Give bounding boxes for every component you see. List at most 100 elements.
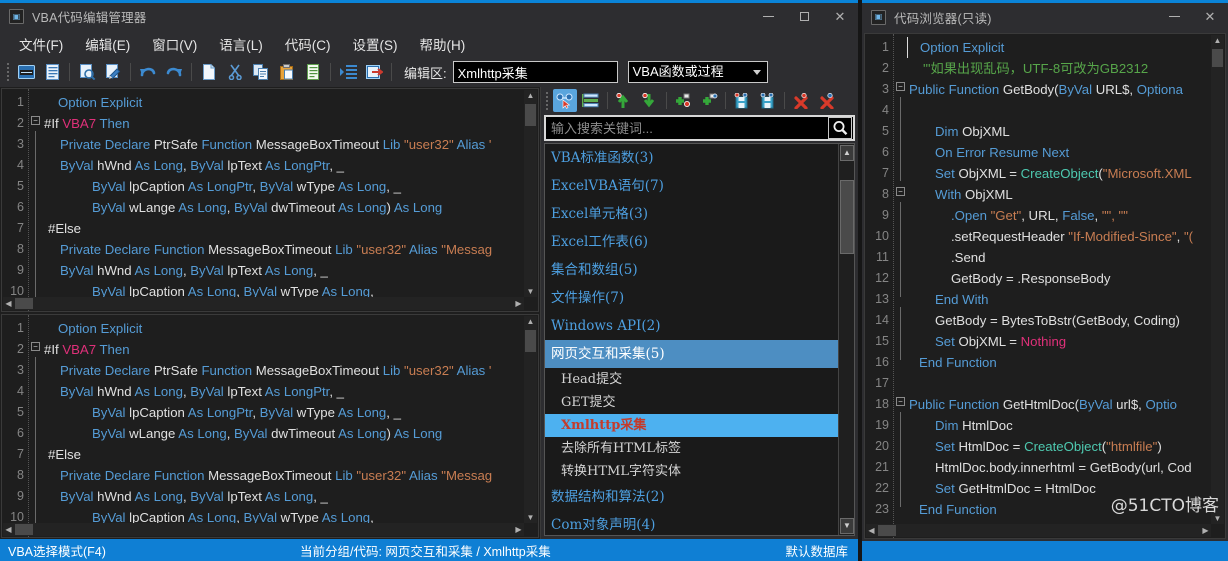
- tree-item[interactable]: 去除所有HTML标签: [545, 437, 838, 460]
- indent-icon[interactable]: [336, 60, 360, 84]
- tree-group[interactable]: Excel单元格(3): [545, 200, 838, 228]
- list-view-icon[interactable]: [579, 89, 603, 112]
- tree-group[interactable]: VBA标准函数(3): [545, 144, 838, 172]
- fold-toggle-icon[interactable]: −: [894, 391, 907, 412]
- scroll-right-arrow-icon[interactable]: ▶: [513, 298, 524, 309]
- fold-column-top[interactable]: −: [28, 89, 42, 311]
- menu-edit[interactable]: 编辑(E): [74, 30, 141, 58]
- tree-group[interactable]: 文件操作(7): [545, 284, 838, 312]
- tree-group[interactable]: ExcelVBA语句(7): [545, 172, 838, 200]
- minimize-icon[interactable]: [750, 3, 786, 30]
- tree-group[interactable]: 集合和数组(5): [545, 256, 838, 284]
- tree-item[interactable]: Head提交: [545, 368, 838, 391]
- fold-toggle-icon[interactable]: −: [29, 336, 42, 357]
- toolbar-grip[interactable]: [4, 62, 11, 82]
- fold-toggle-icon[interactable]: −: [894, 181, 907, 202]
- scroll-up-arrow-icon[interactable]: ▲: [525, 316, 536, 327]
- close-icon[interactable]: ✕: [1192, 3, 1228, 30]
- move-down-icon[interactable]: [638, 89, 662, 112]
- fold-toggle-icon[interactable]: −: [29, 110, 42, 131]
- editor-bottom-vertical-scrollbar[interactable]: ▲ ▼: [524, 316, 537, 523]
- editor-bottom-horizontal-scrollbar[interactable]: ◀ ▶: [3, 523, 524, 536]
- tree-toolbar-grip[interactable]: [543, 91, 550, 111]
- paste-text-icon[interactable]: [301, 60, 325, 84]
- editor-top-horizontal-scrollbar[interactable]: ◀ ▶: [3, 297, 524, 310]
- redo-icon[interactable]: [162, 60, 186, 84]
- search-input[interactable]: [546, 120, 828, 136]
- select-node-icon[interactable]: [553, 89, 577, 112]
- code-browser-editor[interactable]: 1234567891011121314151617181920212223242…: [864, 33, 1226, 539]
- save-group-icon[interactable]: [730, 89, 754, 112]
- scroll-left-arrow-icon[interactable]: ◀: [3, 298, 14, 309]
- preview-icon[interactable]: [75, 60, 99, 84]
- scroll-left-arrow-icon[interactable]: ◀: [3, 524, 14, 535]
- move-up-icon[interactable]: [612, 89, 636, 112]
- menu-help[interactable]: 帮助(H): [409, 30, 477, 58]
- scroll-right-arrow-icon[interactable]: ▶: [1200, 525, 1211, 536]
- scroll-down-arrow-icon[interactable]: ▼: [525, 512, 536, 523]
- new-window-icon[interactable]: [14, 60, 38, 84]
- copy-icon[interactable]: [249, 60, 273, 84]
- maximize-icon[interactable]: [786, 3, 822, 30]
- code-editor-top[interactable]: 1 2 3 4 5 6 7 8 9 10 − Option Explicit #If VBA7 Th…: [1, 88, 539, 312]
- tree-item[interactable]: GET提交: [545, 391, 838, 414]
- scroll-thumb[interactable]: [525, 330, 536, 352]
- scroll-left-arrow-icon[interactable]: ◀: [866, 525, 877, 536]
- delete-group-icon[interactable]: [789, 89, 813, 112]
- tree-group[interactable]: Excel工作表(6): [545, 228, 838, 256]
- code-tree-list[interactable]: VBA标准函数(3) ExcelVBA语句(7) Excel单元格(3) Excel工…: [544, 143, 855, 536]
- code-browser-titlebar[interactable]: ▣ 代码浏览器(只读) ✕: [862, 3, 1228, 31]
- close-icon[interactable]: ✕: [822, 3, 858, 30]
- scroll-down-arrow-icon[interactable]: ▼: [525, 286, 536, 297]
- edit-preview-icon[interactable]: [101, 60, 125, 84]
- menu-window[interactable]: 窗口(V): [141, 30, 208, 58]
- tree-group[interactable]: Windows API(2): [545, 312, 838, 340]
- menu-settings[interactable]: 设置(S): [342, 30, 409, 58]
- code-text-top[interactable]: Option Explicit #If VBA7 Then Private Decl…: [42, 89, 538, 311]
- scroll-thumb[interactable]: [15, 524, 33, 535]
- edit-area-input[interactable]: [452, 61, 618, 83]
- scroll-right-arrow-icon[interactable]: ▶: [513, 524, 524, 535]
- undo-icon[interactable]: [136, 60, 160, 84]
- paste-icon[interactable]: [275, 60, 299, 84]
- minimize-icon[interactable]: [1156, 3, 1192, 30]
- document-icon[interactable]: [40, 60, 64, 84]
- code-text-browser[interactable]: Option Explicit '''如果出现乱码，UTF-8可改为GB2312 P…: [907, 34, 1225, 538]
- tree-group[interactable]: 网页交互和采集(5): [545, 340, 838, 368]
- new-file-icon[interactable]: [197, 60, 221, 84]
- scroll-thumb[interactable]: [1212, 49, 1223, 67]
- scroll-up-arrow-icon[interactable]: ▲: [1212, 35, 1223, 46]
- code-text-bottom[interactable]: Option Explicit #If VBA7 Then Private Decl…: [42, 315, 538, 537]
- scroll-down-arrow-icon[interactable]: ▼: [840, 518, 854, 534]
- scroll-up-arrow-icon[interactable]: ▲: [525, 90, 536, 101]
- browser-horizontal-scrollbar[interactable]: ◀ ▶: [866, 524, 1211, 537]
- add-group-icon[interactable]: [671, 89, 695, 112]
- code-editor-bottom[interactable]: 1 2 3 4 5 6 7 8 9 10 − Option Explicit #If VBA7 Th…: [1, 314, 539, 538]
- search-bar[interactable]: [544, 115, 855, 141]
- tree-group[interactable]: 数据结构和算法(2): [545, 483, 838, 511]
- search-icon[interactable]: [828, 117, 852, 139]
- cut-icon[interactable]: [223, 60, 247, 84]
- save-item-icon[interactable]: [756, 89, 780, 112]
- fold-column-browser[interactable]: −− − −: [893, 34, 907, 538]
- menu-code[interactable]: 代码(C): [274, 30, 342, 58]
- delete-item-icon[interactable]: [815, 89, 839, 112]
- menu-language[interactable]: 语言(L): [208, 30, 274, 58]
- editor-top-vertical-scrollbar[interactable]: ▲ ▼: [524, 90, 537, 297]
- tree-group[interactable]: Com对象声明(4): [545, 511, 838, 535]
- export-icon[interactable]: [362, 60, 386, 84]
- scroll-up-arrow-icon[interactable]: ▲: [840, 145, 854, 161]
- tree-scrollbar[interactable]: ▲ ▼: [838, 144, 854, 535]
- scroll-thumb[interactable]: [15, 298, 33, 309]
- scroll-thumb[interactable]: [878, 525, 896, 536]
- tree-item[interactable]: 转换HTML字符实体: [545, 460, 838, 483]
- menu-file[interactable]: 文件(F): [8, 30, 74, 58]
- browser-vertical-scrollbar[interactable]: ▲ ▼: [1211, 35, 1224, 524]
- fold-column-bottom[interactable]: −: [28, 315, 42, 537]
- code-kind-select[interactable]: VBA函数或过程: [627, 61, 768, 83]
- main-window-titlebar[interactable]: ▣ VBA代码编辑管理器 ✕: [0, 3, 858, 30]
- fold-toggle-icon[interactable]: −: [894, 76, 907, 97]
- scroll-thumb[interactable]: [525, 104, 536, 126]
- tree-item[interactable]: Xmlhttp采集: [545, 414, 838, 437]
- add-item-icon[interactable]: [697, 89, 721, 112]
